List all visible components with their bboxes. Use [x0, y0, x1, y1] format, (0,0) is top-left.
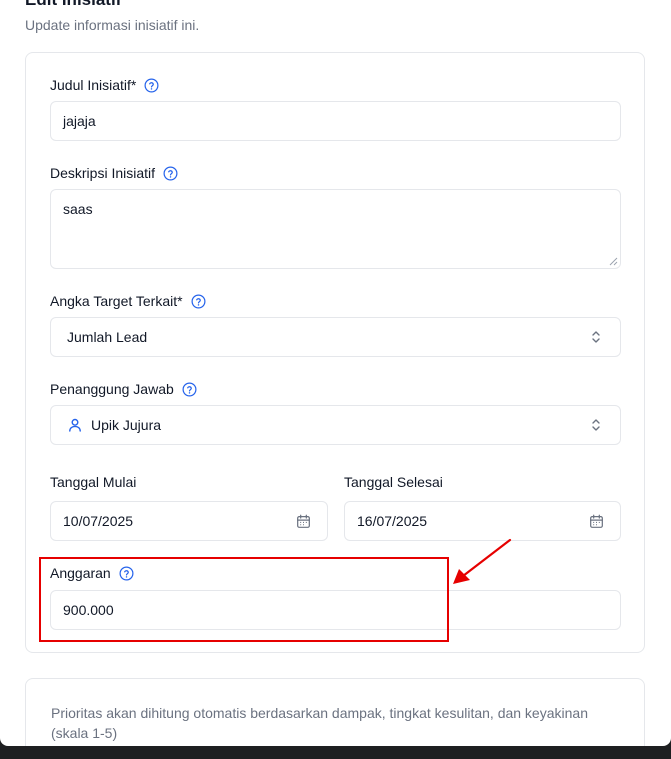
priority-info-card: Prioritas akan dihitung otomatis berdasa… — [25, 678, 645, 746]
penanggung-jawab-label-text: Penanggung Jawab — [50, 381, 174, 397]
tanggal-mulai-value: 10/07/2025 — [63, 513, 134, 529]
angka-target-select[interactable]: Jumlah Lead — [50, 317, 621, 357]
tanggal-mulai-label: Tanggal Mulai — [50, 474, 136, 490]
deskripsi-label-text: Deskripsi Inisiatif — [50, 165, 156, 181]
help-circle-icon[interactable] — [163, 166, 178, 181]
annotation-highlight-box — [39, 557, 449, 642]
resize-handle-icon[interactable] — [609, 257, 618, 266]
judul-value: jajaja — [63, 113, 96, 129]
user-icon — [67, 417, 83, 433]
deskripsi-textarea[interactable]: saas — [50, 189, 621, 269]
priority-note: Prioritas akan dihitung otomatis berdasa… — [51, 705, 588, 741]
help-circle-icon[interactable] — [191, 294, 206, 309]
angka-target-value: Jumlah Lead — [67, 329, 148, 345]
help-circle-icon[interactable] — [144, 78, 159, 93]
calendar-icon[interactable] — [589, 514, 604, 529]
deskripsi-value: saas — [63, 201, 93, 217]
angka-target-label-text: Angka Target Terkait* — [50, 293, 183, 309]
judul-label-text: Judul Inisiatif* — [50, 77, 137, 93]
calendar-icon[interactable] — [296, 514, 311, 529]
tanggal-selesai-label: Tanggal Selesai — [344, 474, 443, 490]
chevron-up-down-icon — [590, 418, 602, 432]
judul-label: Judul Inisiatif* — [50, 77, 159, 93]
penanggung-jawab-label: Penanggung Jawab — [50, 381, 197, 397]
penanggung-jawab-value: Upik Jujura — [91, 417, 162, 433]
tanggal-selesai-label-text: Tanggal Selesai — [344, 474, 443, 490]
tanggal-mulai-label-text: Tanggal Mulai — [50, 474, 137, 490]
angka-target-label: Angka Target Terkait* — [50, 293, 206, 309]
tanggal-selesai-value: 16/07/2025 — [357, 513, 428, 529]
tanggal-mulai-input[interactable]: 10/07/2025 — [50, 501, 328, 541]
edit-initiative-dialog: Edit Inisiatif Update informasi inisiati… — [0, 0, 671, 746]
dialog-title: Edit Inisiatif — [25, 0, 121, 10]
penanggung-jawab-select[interactable]: Upik Jujura — [50, 405, 621, 445]
chevron-up-down-icon — [590, 330, 602, 344]
deskripsi-label: Deskripsi Inisiatif — [50, 165, 178, 181]
judul-input[interactable]: jajaja — [50, 101, 621, 141]
help-circle-icon[interactable] — [182, 382, 197, 397]
dialog-subtitle: Update informasi inisiatif ini. — [25, 17, 200, 33]
annotation-arrow — [453, 538, 512, 584]
